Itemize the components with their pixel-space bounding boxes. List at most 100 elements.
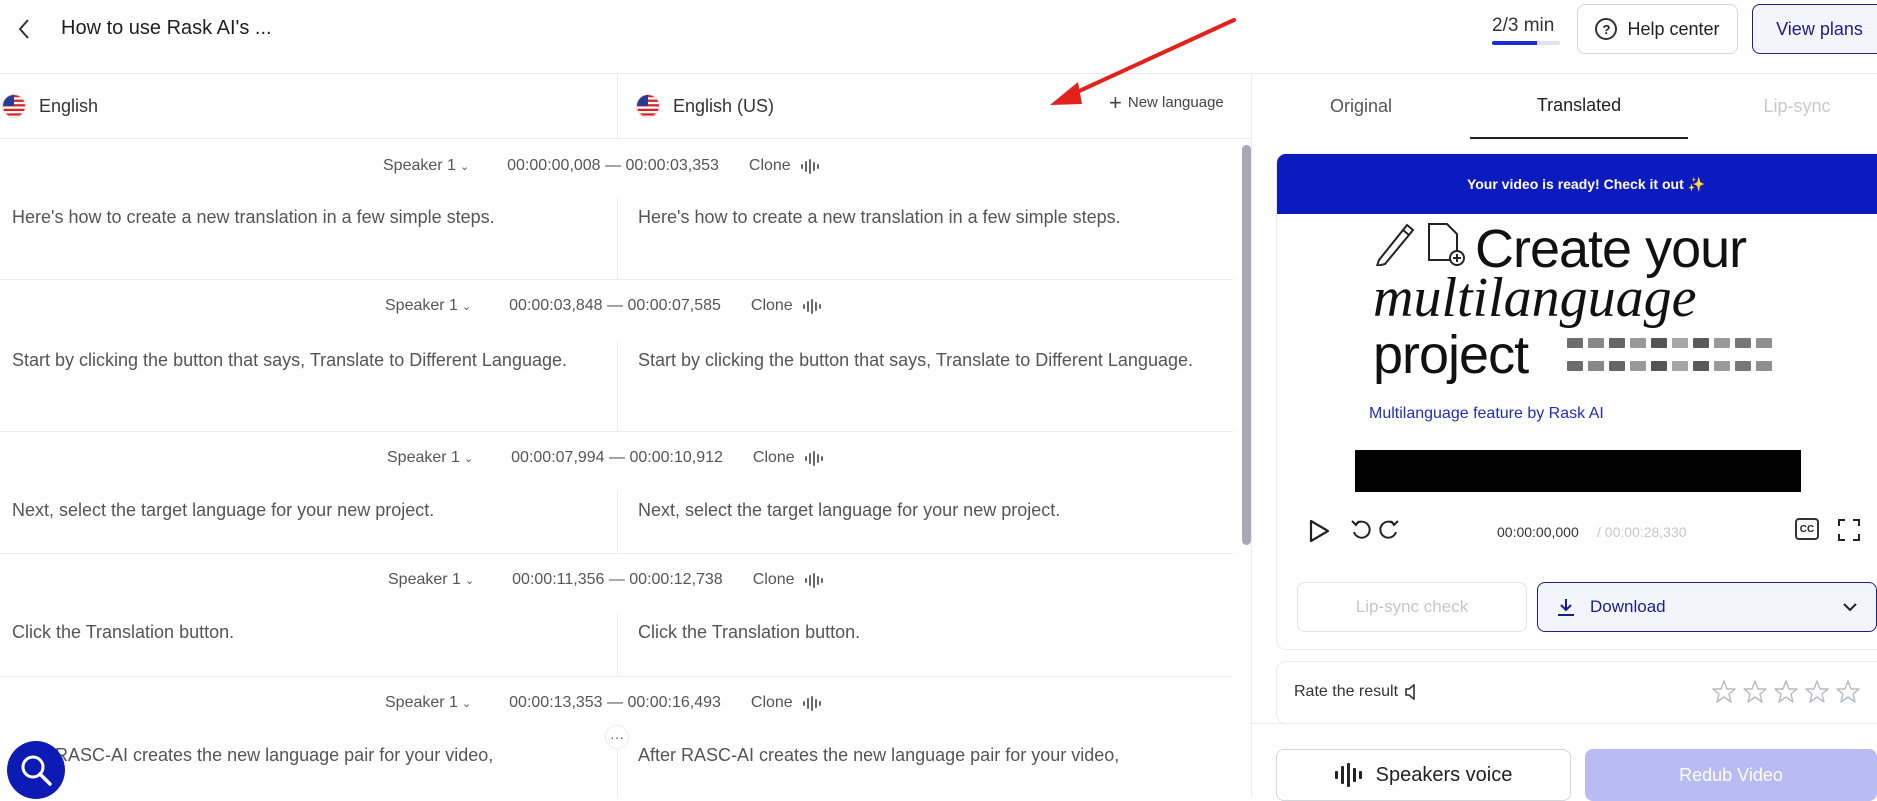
audio-wave-icon <box>804 450 823 466</box>
video-frame[interactable]: Create your multilanguage project Multil… <box>1355 214 1801 492</box>
star-icon[interactable] <box>1804 679 1830 705</box>
flag-icon <box>1756 361 1772 371</box>
column-divider <box>617 490 618 554</box>
player-controls: 00:00:00,000 / 00:00:28,330 CC <box>1277 504 1877 554</box>
video-headline-2: multilanguage <box>1373 267 1697 329</box>
original-text[interactable]: Click the Translation button. <box>12 618 592 647</box>
speaker-label: Speaker 1 <box>388 571 461 588</box>
play-icon[interactable] <box>1307 518 1331 544</box>
rate-card: Rate the result <box>1276 661 1877 724</box>
help-center-button[interactable]: ? Help center <box>1577 4 1738 54</box>
flag-icon <box>1693 338 1709 348</box>
speaker-selector[interactable]: Speaker 1 ⌄ <box>388 571 474 589</box>
rating-stars <box>1711 679 1861 705</box>
search-fab-button[interactable] <box>7 741 65 799</box>
flag-icon <box>1588 361 1604 371</box>
video-subtitle: Multilanguage feature by Rask AI <box>1369 405 1604 422</box>
star-icon[interactable] <box>1742 679 1768 705</box>
speaker-selector[interactable]: Speaker 1 ⌄ <box>383 157 469 175</box>
flag-icon <box>1693 361 1709 371</box>
clone-voice-button[interactable]: Clone <box>749 157 819 175</box>
view-plans-button[interactable]: View plans <box>1752 4 1877 54</box>
clone-label: Clone <box>752 449 795 466</box>
original-text[interactable]: Next, select the target language for you… <box>12 496 592 525</box>
original-text[interactable]: After RASC-AI creates the new language p… <box>12 741 592 770</box>
tab-lip-sync[interactable]: Lip-sync <box>1688 74 1877 139</box>
translated-text[interactable]: Click the Translation button. <box>638 618 1218 647</box>
speaker-selector[interactable]: Speaker 1 ⌄ <box>385 694 471 712</box>
speaker-label: Speaker 1 <box>383 157 456 174</box>
segment-meta: Speaker 1 ⌄ 00:00:07,994 — 00:00:10,912 … <box>387 432 823 484</box>
original-text[interactable]: Start by clicking the button that says, … <box>12 346 592 375</box>
segment-row: Speaker 1 ⌄ 00:00:07,994 — 00:00:10,912 … <box>0 432 1233 554</box>
language-bar: English English (US) <box>0 74 1251 139</box>
segment-meta: Speaker 1 ⌄ 00:00:00,008 — 00:00:03,353 … <box>383 140 819 192</box>
video-ready-banner: Your video is ready! Check it out ✨ <box>1277 154 1877 214</box>
chevron-down-icon: ⌄ <box>463 452 474 465</box>
transcript-scrollbar[interactable] <box>1242 145 1251 545</box>
segment-timecode[interactable]: 00:00:03,848 — 00:00:07,585 <box>509 297 721 315</box>
help-center-label: Help center <box>1627 18 1720 39</box>
plus-icon: + <box>1109 89 1122 115</box>
flag-icon <box>1567 338 1583 348</box>
segment-timecode[interactable]: 00:00:00,008 — 00:00:03,353 <box>507 157 719 175</box>
flag-icon <box>1588 338 1604 348</box>
rewind-icon[interactable] <box>1349 518 1373 542</box>
translated-text[interactable]: Start by clicking the button that says, … <box>638 346 1218 375</box>
speakers-voice-button[interactable]: Speakers voice <box>1276 749 1571 801</box>
flag-icon <box>1735 361 1751 371</box>
flag-icon <box>1609 338 1625 348</box>
closed-captions-icon[interactable]: CC <box>1795 518 1819 540</box>
segment-meta: Speaker 1 ⌄ 00:00:13,353 — 00:00:16,493 … <box>385 677 821 729</box>
language-divider <box>617 74 618 139</box>
star-icon[interactable] <box>1835 679 1861 705</box>
audio-wave-icon <box>1334 763 1362 787</box>
flag-icon <box>1714 361 1730 371</box>
segment-timecode[interactable]: 00:00:11,356 — 00:00:12,738 <box>512 571 723 589</box>
bottom-separator <box>1252 723 1877 724</box>
audio-wave-icon <box>802 695 821 711</box>
speaker-label: Speaker 1 <box>385 694 458 711</box>
more-dots-icon[interactable]: ··· <box>605 725 629 749</box>
fullscreen-icon[interactable] <box>1837 518 1861 542</box>
minutes-counter: 2/3 min <box>1492 15 1555 36</box>
speaker-selector[interactable]: Speaker 1 ⌄ <box>385 297 471 315</box>
translated-text[interactable]: Next, select the target language for you… <box>638 496 1218 525</box>
tab-translated[interactable]: Translated <box>1470 74 1688 139</box>
video-headline-3: project <box>1373 325 1529 385</box>
audio-wave-icon <box>800 158 819 174</box>
segment-row: Speaker 1 ⌄ 00:00:03,848 — 00:00:07,585 … <box>0 280 1233 432</box>
clone-voice-button[interactable]: Clone <box>753 571 823 589</box>
flag-icon <box>1714 338 1730 348</box>
clone-voice-button[interactable]: Clone <box>751 297 821 315</box>
original-text[interactable]: Here's how to create a new translation i… <box>12 203 592 232</box>
clone-label: Clone <box>750 694 793 711</box>
column-divider <box>617 197 618 280</box>
speaker-label: Speaker 1 <box>387 449 460 466</box>
translated-text[interactable]: After RASC-AI creates the new language p… <box>638 741 1218 770</box>
video-preview-card: Your video is ready! Check it out ✨ Crea… <box>1276 153 1877 650</box>
clone-voice-button[interactable]: Clone <box>753 449 823 467</box>
forward-icon[interactable] <box>1377 518 1401 542</box>
segment-timecode[interactable]: 00:00:13,353 — 00:00:16,493 <box>509 694 721 712</box>
clone-voice-button[interactable]: Clone <box>751 694 821 712</box>
star-icon[interactable] <box>1773 679 1799 705</box>
tab-original[interactable]: Original <box>1252 74 1470 139</box>
rate-text: Rate the result <box>1294 683 1399 700</box>
segment-timecode[interactable]: 00:00:07,994 — 00:00:10,912 <box>511 449 723 467</box>
speaker-icon <box>1405 684 1415 700</box>
star-icon[interactable] <box>1711 679 1737 705</box>
back-arrow-icon[interactable] <box>10 14 38 44</box>
target-language-label[interactable]: English (US) <box>673 96 774 117</box>
pencil-document-icon <box>1375 223 1465 266</box>
new-language-button[interactable]: + New language <box>1109 89 1224 115</box>
total-time: / 00:00:28,330 <box>1597 524 1687 540</box>
translated-text[interactable]: Here's how to create a new translation i… <box>638 203 1218 232</box>
lip-sync-check-button[interactable]: Lip-sync check <box>1297 582 1527 632</box>
segment-meta: Speaker 1 ⌄ 00:00:11,356 — 00:00:12,738 … <box>388 554 823 606</box>
redub-video-button[interactable]: Redub Video <box>1585 749 1877 801</box>
top-header: How to use Rask AI's ... 2/3 min ? Help … <box>0 0 1877 74</box>
source-language-label[interactable]: English <box>39 96 98 117</box>
speaker-selector[interactable]: Speaker 1 ⌄ <box>387 449 473 467</box>
download-button[interactable]: Download <box>1537 582 1877 632</box>
